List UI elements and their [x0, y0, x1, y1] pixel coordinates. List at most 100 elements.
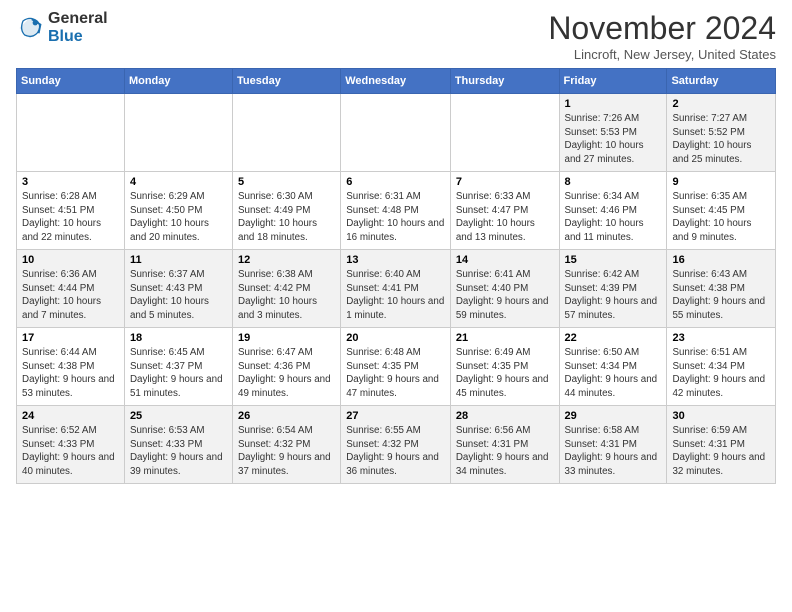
day-number: 15 — [565, 254, 662, 266]
day-info: Sunrise: 6:34 AMSunset: 4:46 PMDaylight:… — [565, 190, 662, 245]
calendar-cell: 30 Sunrise: 6:59 AMSunset: 4:31 PMDayligh… — [667, 406, 776, 484]
day-info: Sunrise: 7:27 AMSunset: 5:52 PMDaylight:… — [672, 112, 770, 167]
day-info: Sunrise: 6:40 AMSunset: 4:41 PMDaylight:… — [346, 268, 445, 323]
day-number: 6 — [346, 176, 445, 188]
calendar-cell: 19Sunrise: 6:47 AMSunset: 4:36 PMDayligh… — [233, 328, 341, 406]
day-info: Sunrise: 6:42 AMSunset: 4:39 PMDaylight:… — [565, 268, 662, 323]
page: General Blue November 2024 Lincroft, New… — [0, 0, 792, 494]
calendar-cell: 3 Sunrise: 6:28 AMSunset: 4:51 PMDaylight… — [17, 172, 125, 250]
day-info: Sunrise: 6:51 AMSunset: 4:34 PMDaylight:… — [672, 346, 770, 401]
weekday-header-wednesday: Wednesday — [341, 69, 451, 94]
weekday-header-tuesday: Tuesday — [233, 69, 341, 94]
calendar-cell: 8 Sunrise: 6:34 AMSunset: 4:46 PMDaylight… — [559, 172, 667, 250]
day-info: Sunrise: 6:28 AMSunset: 4:51 PMDaylight:… — [22, 190, 119, 245]
logo-text: General Blue — [48, 10, 108, 45]
calendar-cell — [341, 94, 451, 172]
weekday-header-thursday: Thursday — [450, 69, 559, 94]
day-info: Sunrise: 6:50 AMSunset: 4:34 PMDaylight:… — [565, 346, 662, 401]
weekday-header-saturday: Saturday — [667, 69, 776, 94]
day-number: 9 — [672, 176, 770, 188]
calendar-cell: 10 Sunrise: 6:36 AMSunset: 4:44 PMDayligh… — [17, 250, 125, 328]
day-info: Sunrise: 6:48 AMSunset: 4:35 PMDaylight:… — [346, 346, 445, 401]
day-info: Sunrise: 6:56 AMSunset: 4:31 PMDaylight:… — [456, 424, 554, 479]
day-info: Sunrise: 6:43 AMSunset: 4:38 PMDaylight:… — [672, 268, 770, 323]
title-area: November 2024 Lincroft, New Jersey, Unit… — [548, 10, 776, 62]
calendar-header: SundayMondayTuesdayWednesdayThursdayFrid… — [17, 69, 776, 94]
calendar-cell: 16 Sunrise: 6:43 AMSunset: 4:38 PMDayligh… — [667, 250, 776, 328]
calendar-cell: 17Sunrise: 6:44 AMSunset: 4:38 PMDayligh… — [17, 328, 125, 406]
calendar-cell: 4Sunrise: 6:29 AMSunset: 4:50 PMDaylight… — [124, 172, 232, 250]
calendar-cell: 9 Sunrise: 6:35 AMSunset: 4:45 PMDaylight… — [667, 172, 776, 250]
day-number: 21 — [456, 332, 554, 344]
day-number: 25 — [130, 410, 227, 422]
calendar-cell: 24 Sunrise: 6:52 AMSunset: 4:33 PMDayligh… — [17, 406, 125, 484]
day-info: Sunrise: 6:31 AMSunset: 4:48 PMDaylight:… — [346, 190, 445, 245]
day-number: 26 — [238, 410, 335, 422]
logo-general: General — [48, 10, 108, 27]
week-row-2: 3 Sunrise: 6:28 AMSunset: 4:51 PMDaylight… — [17, 172, 776, 250]
calendar-cell: 6 Sunrise: 6:31 AMSunset: 4:48 PMDaylight… — [341, 172, 451, 250]
calendar-cell: 7 Sunrise: 6:33 AMSunset: 4:47 PMDaylight… — [450, 172, 559, 250]
week-row-4: 17Sunrise: 6:44 AMSunset: 4:38 PMDayligh… — [17, 328, 776, 406]
calendar-cell: 2 Sunrise: 7:27 AMSunset: 5:52 PMDaylight… — [667, 94, 776, 172]
day-info: Sunrise: 6:55 AMSunset: 4:32 PMDaylight:… — [346, 424, 445, 479]
calendar-cell: 15 Sunrise: 6:42 AMSunset: 4:39 PMDayligh… — [559, 250, 667, 328]
day-info: Sunrise: 6:36 AMSunset: 4:44 PMDaylight:… — [22, 268, 119, 323]
day-number: 22 — [565, 332, 662, 344]
weekday-header-friday: Friday — [559, 69, 667, 94]
day-number: 30 — [672, 410, 770, 422]
day-info: Sunrise: 6:54 AMSunset: 4:32 PMDaylight:… — [238, 424, 335, 479]
logo-icon — [16, 14, 44, 42]
day-number: 8 — [565, 176, 662, 188]
calendar-cell — [233, 94, 341, 172]
day-info: Sunrise: 6:30 AMSunset: 4:49 PMDaylight:… — [238, 190, 335, 245]
day-number: 12 — [238, 254, 335, 266]
day-info: Sunrise: 6:53 AMSunset: 4:33 PMDaylight:… — [130, 424, 227, 479]
logo-blue: Blue — [48, 28, 83, 45]
weekday-row: SundayMondayTuesdayWednesdayThursdayFrid… — [17, 69, 776, 94]
day-number: 1 — [565, 98, 662, 110]
header: General Blue November 2024 Lincroft, New… — [16, 10, 776, 62]
day-number: 16 — [672, 254, 770, 266]
day-number: 3 — [22, 176, 119, 188]
day-number: 7 — [456, 176, 554, 188]
day-number: 29 — [565, 410, 662, 422]
day-number: 2 — [672, 98, 770, 110]
day-info: Sunrise: 6:59 AMSunset: 4:31 PMDaylight:… — [672, 424, 770, 479]
day-info: Sunrise: 6:41 AMSunset: 4:40 PMDaylight:… — [456, 268, 554, 323]
week-row-1: 1 Sunrise: 7:26 AMSunset: 5:53 PMDaylight… — [17, 94, 776, 172]
day-number: 10 — [22, 254, 119, 266]
calendar-cell: 22 Sunrise: 6:50 AMSunset: 4:34 PMDayligh… — [559, 328, 667, 406]
calendar-body: 1 Sunrise: 7:26 AMSunset: 5:53 PMDaylight… — [17, 94, 776, 484]
location: Lincroft, New Jersey, United States — [548, 47, 776, 62]
calendar-table: SundayMondayTuesdayWednesdayThursdayFrid… — [16, 68, 776, 484]
day-info: Sunrise: 6:45 AMSunset: 4:37 PMDaylight:… — [130, 346, 227, 401]
week-row-3: 10 Sunrise: 6:36 AMSunset: 4:44 PMDayligh… — [17, 250, 776, 328]
day-number: 20 — [346, 332, 445, 344]
day-number: 18 — [130, 332, 227, 344]
calendar-cell: 23Sunrise: 6:51 AMSunset: 4:34 PMDayligh… — [667, 328, 776, 406]
day-info: Sunrise: 6:47 AMSunset: 4:36 PMDaylight:… — [238, 346, 335, 401]
day-number: 14 — [456, 254, 554, 266]
day-info: Sunrise: 6:33 AMSunset: 4:47 PMDaylight:… — [456, 190, 554, 245]
calendar-cell: 1 Sunrise: 7:26 AMSunset: 5:53 PMDaylight… — [559, 94, 667, 172]
day-number: 5 — [238, 176, 335, 188]
day-number: 28 — [456, 410, 554, 422]
calendar-cell — [17, 94, 125, 172]
day-number: 13 — [346, 254, 445, 266]
calendar-cell: 18 Sunrise: 6:45 AMSunset: 4:37 PMDayligh… — [124, 328, 232, 406]
day-number: 27 — [346, 410, 445, 422]
day-number: 24 — [22, 410, 119, 422]
day-info: Sunrise: 6:37 AMSunset: 4:43 PMDaylight:… — [130, 268, 227, 323]
day-info: Sunrise: 6:52 AMSunset: 4:33 PMDaylight:… — [22, 424, 119, 479]
calendar-cell: 5 Sunrise: 6:30 AMSunset: 4:49 PMDaylight… — [233, 172, 341, 250]
calendar-cell — [124, 94, 232, 172]
weekday-header-sunday: Sunday — [17, 69, 125, 94]
day-info: Sunrise: 6:38 AMSunset: 4:42 PMDaylight:… — [238, 268, 335, 323]
calendar-cell: 27 Sunrise: 6:55 AMSunset: 4:32 PMDayligh… — [341, 406, 451, 484]
day-info: Sunrise: 6:35 AMSunset: 4:45 PMDaylight:… — [672, 190, 770, 245]
calendar-cell: 21Sunrise: 6:49 AMSunset: 4:35 PMDayligh… — [450, 328, 559, 406]
month-title: November 2024 — [548, 10, 776, 47]
day-info: Sunrise: 7:26 AMSunset: 5:53 PMDaylight:… — [565, 112, 662, 167]
calendar-cell: 13 Sunrise: 6:40 AMSunset: 4:41 PMDayligh… — [341, 250, 451, 328]
